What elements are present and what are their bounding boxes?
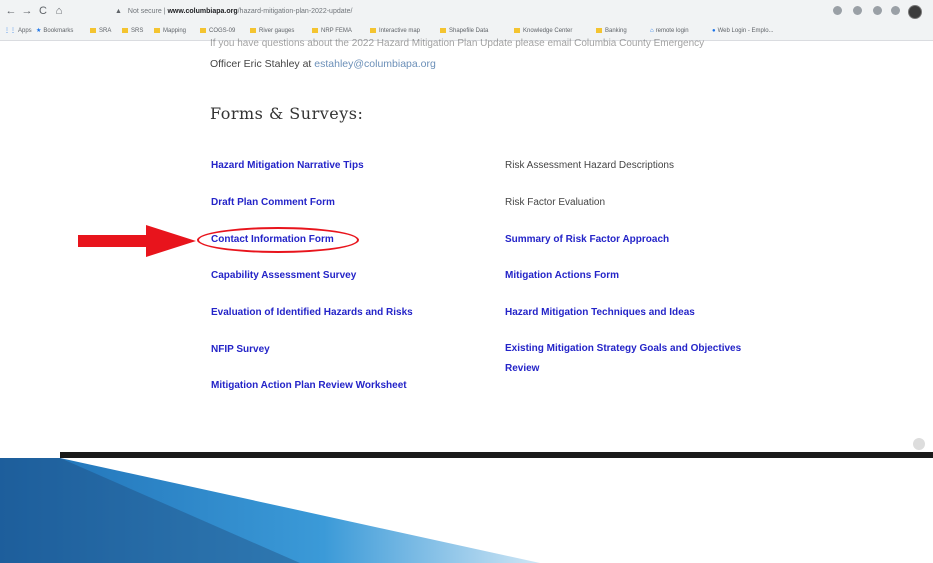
link-existing-mitigation-strategy[interactable]: Existing Mitigation Strategy Goals and O…: [505, 339, 741, 379]
bookmark-item[interactable]: ⋮⋮ Apps: [4, 25, 32, 37]
red-arrow-icon: [78, 225, 196, 257]
bookmark-item[interactable]: COGS-09: [200, 25, 235, 37]
slide-band-dark: [60, 452, 933, 458]
folder-icon: [514, 27, 520, 33]
home-icon[interactable]: ⌂: [52, 4, 66, 18]
link-capability-assessment-survey[interactable]: Capability Assessment Survey: [211, 270, 356, 281]
highlight-ellipse: [197, 227, 359, 253]
link-evaluation-of-identified-hazards[interactable]: Evaluation of Identified Hazards and Ris…: [211, 307, 413, 318]
folder-icon: [154, 27, 160, 33]
text-risk-factor-evaluation: Risk Factor Evaluation: [505, 197, 606, 208]
bookmark-item[interactable]: Interactive map: [370, 25, 420, 37]
forward-icon[interactable]: →: [20, 4, 34, 18]
bookmark-item[interactable]: Banking: [596, 25, 627, 37]
folder-icon: [122, 27, 128, 33]
bookmark-item[interactable]: Mapping: [154, 25, 186, 37]
bookmark-item[interactable]: River gauges: [250, 25, 294, 37]
folder-icon: [370, 27, 376, 33]
link-draft-plan-comment-form[interactable]: Draft Plan Comment Form: [211, 197, 335, 208]
puzzle-icon[interactable]: [891, 6, 900, 15]
extension-icon[interactable]: [853, 6, 862, 15]
extension-icon[interactable]: [873, 6, 882, 15]
link-mitigation-action-plan-review[interactable]: Mitigation Action Plan Review Worksheet: [211, 380, 407, 391]
web-icon: ●: [712, 28, 716, 34]
folder-icon: [312, 27, 318, 33]
url-host: www.columbiapa.org: [167, 8, 238, 15]
contact-officer-text: Officer Eric Stahley at estahley@columbi…: [210, 58, 436, 70]
link-summary-of-risk-factor-approach[interactable]: Summary of Risk Factor Approach: [505, 234, 669, 245]
browser-toolbar: ← → C ⌂ ▲ Not secure | www.columbiapa.or…: [0, 3, 933, 21]
back-icon[interactable]: ←: [4, 4, 18, 18]
warning-icon: ▲: [115, 8, 122, 15]
bookmark-item[interactable]: SRS: [122, 25, 143, 37]
bookmark-item[interactable]: ★ Bookmarks: [36, 25, 73, 37]
reload-icon[interactable]: C: [36, 4, 50, 18]
folder-icon: [596, 27, 602, 33]
url-path: /hazard-mitigation-plan-2022-update/: [237, 8, 353, 15]
browser-chrome: ← → C ⌂ ▲ Not secure | www.columbiapa.or…: [0, 0, 933, 41]
folder-icon: [250, 27, 256, 33]
bookmark-item[interactable]: ● Web Login - Emplo...: [712, 25, 774, 37]
page-title: Forms & Surveys:: [210, 104, 364, 123]
remote-icon: ⌂: [650, 28, 654, 34]
text-risk-assessment-hazard-descriptions: Risk Assessment Hazard Descriptions: [505, 160, 674, 171]
bookmark-item[interactable]: NRP FEMA: [312, 25, 352, 37]
bookmark-item[interactable]: Shapefile Data: [440, 25, 488, 37]
link-mitigation-actions-form[interactable]: Mitigation Actions Form: [505, 270, 619, 281]
address-bar[interactable]: ▲ Not secure | www.columbiapa.org/hazard…: [115, 4, 815, 19]
link-hazard-mitigation-techniques[interactable]: Hazard Mitigation Techniques and Ideas: [505, 307, 695, 318]
star-icon[interactable]: [833, 6, 842, 15]
folder-icon: [90, 27, 96, 33]
officer-email-link[interactable]: estahley@columbiapa.org: [314, 58, 436, 70]
avatar[interactable]: [908, 5, 922, 19]
apps-icon: ⋮⋮: [4, 28, 16, 34]
bookmarks-bar: ⋮⋮ Apps ★ Bookmarks SRA SRS Mapping COGS-0…: [0, 25, 933, 37]
star-icon: ★: [36, 28, 42, 34]
link-hazard-mitigation-narrative-tips[interactable]: Hazard Mitigation Narrative Tips: [211, 160, 364, 171]
folder-icon: [200, 27, 206, 33]
folder-icon: [440, 27, 446, 33]
bookmark-item[interactable]: SRA: [90, 25, 111, 37]
security-label: Not secure: [127, 8, 162, 15]
intro-text: If you have questions about the 2022 Haz…: [210, 38, 705, 49]
scroll-icon: [913, 438, 925, 450]
slide-decoration: [0, 452, 933, 563]
bookmark-item[interactable]: Knowledge Center: [514, 25, 572, 37]
link-nfip-survey[interactable]: NFIP Survey: [211, 344, 270, 355]
bookmark-item[interactable]: ⌂ remote login: [650, 25, 689, 37]
